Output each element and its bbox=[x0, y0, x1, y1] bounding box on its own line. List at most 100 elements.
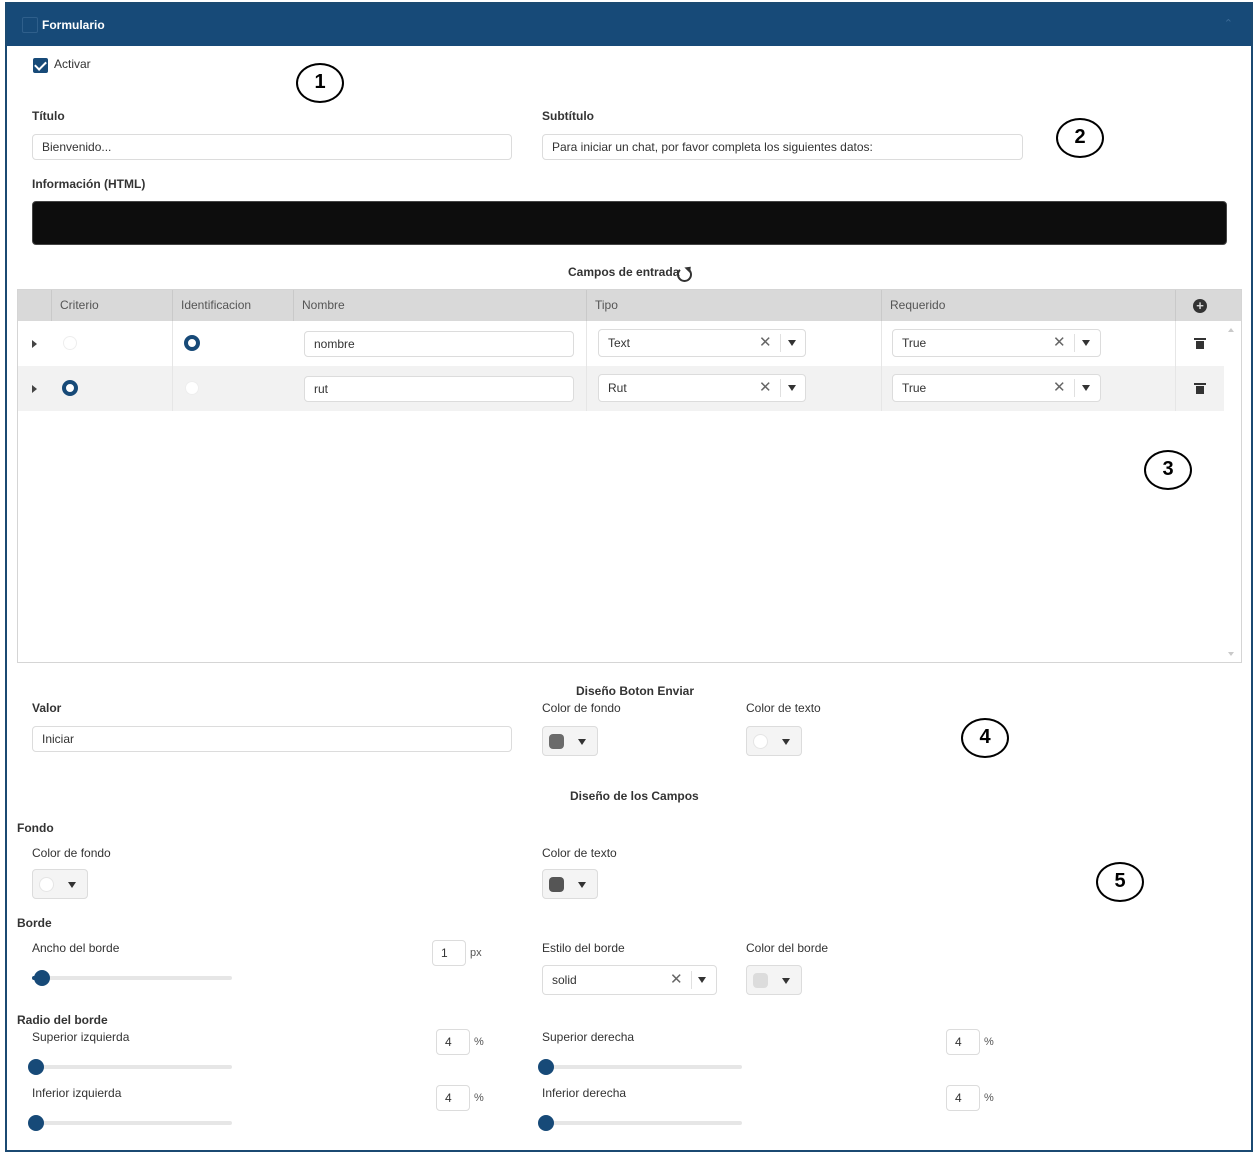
cell-divider bbox=[172, 366, 173, 411]
boton-color-fondo-picker[interactable] bbox=[542, 726, 598, 756]
clear-icon[interactable]: ✕ bbox=[759, 331, 772, 355]
color-borde-picker[interactable] bbox=[746, 965, 802, 995]
col-tipo[interactable]: Tipo bbox=[586, 290, 881, 321]
cell-divider bbox=[1175, 321, 1176, 366]
sup-der-slider[interactable] bbox=[538, 1059, 742, 1075]
slider-thumb[interactable] bbox=[28, 1115, 44, 1131]
dropdown-arrow-icon[interactable] bbox=[698, 977, 706, 983]
chevron-up-icon[interactable]: ⌃ bbox=[1224, 17, 1233, 30]
callout-1: 1 bbox=[296, 63, 344, 103]
select-divider bbox=[780, 379, 781, 397]
scroll-up-icon[interactable] bbox=[1228, 328, 1234, 332]
fondo-color-texto-label: Color de texto bbox=[542, 846, 617, 860]
dropdown-arrow-icon bbox=[68, 882, 76, 888]
dropdown-arrow-icon bbox=[578, 739, 586, 745]
scroll-down-icon[interactable] bbox=[1228, 652, 1234, 656]
ancho-borde-slider[interactable] bbox=[32, 970, 232, 986]
inf-izq-input[interactable]: 4 bbox=[436, 1085, 470, 1111]
panel-header[interactable]: Formulario ⌃ bbox=[7, 4, 1251, 48]
nombre-input[interactable]: rut bbox=[304, 376, 574, 402]
cell-divider bbox=[1175, 366, 1176, 411]
dropdown-arrow-icon[interactable] bbox=[788, 340, 796, 346]
fondo-color-fondo-label: Color de fondo bbox=[32, 846, 111, 860]
sup-izq-input[interactable]: 4 bbox=[436, 1029, 470, 1055]
dropdown-arrow-icon bbox=[578, 882, 586, 888]
nombre-input[interactable]: nombre bbox=[304, 331, 574, 357]
estilo-borde-select[interactable]: solid ✕ bbox=[542, 965, 717, 995]
subtitulo-input[interactable]: Para iniciar un chat, por favor completa… bbox=[542, 134, 1023, 160]
fondo-label: Fondo bbox=[17, 821, 54, 835]
panel-title: Formulario bbox=[42, 18, 105, 32]
campos-title: Campos de entrada bbox=[568, 265, 680, 279]
slider-thumb[interactable] bbox=[34, 970, 50, 986]
refresh-icon[interactable] bbox=[677, 267, 692, 282]
color-swatch bbox=[549, 877, 564, 892]
radio-borde-label: Radio del borde bbox=[17, 1013, 108, 1027]
inf-der-input[interactable]: 4 bbox=[946, 1085, 980, 1111]
criterio-radio[interactable] bbox=[63, 336, 77, 350]
boton-color-texto-picker[interactable] bbox=[746, 726, 802, 756]
tipo-select[interactable]: Text ✕ bbox=[598, 329, 806, 357]
col-identificacion[interactable]: Identificacion bbox=[172, 290, 293, 321]
sup-izq-slider[interactable] bbox=[28, 1059, 232, 1075]
valor-input[interactable]: Iniciar bbox=[32, 726, 512, 752]
estilo-borde-value: solid bbox=[552, 973, 577, 987]
boton-color-texto-label: Color de texto bbox=[746, 701, 821, 715]
sup-der-input[interactable]: 4 bbox=[946, 1029, 980, 1055]
clear-icon[interactable]: ✕ bbox=[759, 376, 772, 400]
identificacion-radio[interactable] bbox=[184, 335, 200, 351]
criterio-radio[interactable] bbox=[62, 380, 78, 396]
select-divider bbox=[1074, 379, 1075, 397]
dropdown-arrow-icon[interactable] bbox=[1082, 340, 1090, 346]
col-criterio[interactable]: Criterio bbox=[51, 290, 172, 321]
trash-icon[interactable] bbox=[1194, 338, 1206, 349]
requerido-select[interactable]: True ✕ bbox=[892, 329, 1101, 357]
trash-icon[interactable] bbox=[1194, 383, 1206, 394]
col-nombre[interactable]: Nombre bbox=[293, 290, 586, 321]
inf-der-slider[interactable] bbox=[538, 1115, 742, 1131]
form-icon bbox=[22, 17, 38, 33]
clear-icon[interactable]: ✕ bbox=[1053, 376, 1066, 400]
slider-thumb[interactable] bbox=[538, 1059, 554, 1075]
color-swatch bbox=[753, 734, 768, 749]
ancho-borde-input[interactable]: 1 bbox=[432, 940, 466, 966]
identificacion-radio[interactable] bbox=[185, 381, 199, 395]
dropdown-arrow-icon bbox=[782, 978, 790, 984]
callout-5: 5 bbox=[1096, 862, 1144, 902]
clear-icon[interactable]: ✕ bbox=[1053, 331, 1066, 355]
col-requerido[interactable]: Requerido bbox=[881, 290, 1175, 321]
add-row-icon[interactable]: + bbox=[1193, 299, 1207, 313]
select-divider bbox=[780, 334, 781, 352]
callout-4: 4 bbox=[961, 718, 1009, 758]
borde-label: Borde bbox=[17, 916, 52, 930]
dropdown-arrow-icon[interactable] bbox=[1082, 385, 1090, 391]
inf-izq-slider[interactable] bbox=[28, 1115, 232, 1131]
clear-icon[interactable]: ✕ bbox=[670, 968, 683, 992]
callout-3: 3 bbox=[1144, 450, 1192, 490]
inf-izq-unit: % bbox=[474, 1092, 484, 1104]
html-editor[interactable] bbox=[32, 201, 1227, 245]
tipo-value: Rut bbox=[608, 381, 627, 395]
activar-checkbox[interactable] bbox=[33, 58, 48, 73]
table-row: nombre Text ✕ True ✕ bbox=[18, 321, 1224, 366]
tipo-select[interactable]: Rut ✕ bbox=[598, 374, 806, 402]
color-swatch bbox=[753, 973, 768, 988]
cell-divider bbox=[881, 321, 882, 366]
expand-row-icon[interactable] bbox=[32, 340, 37, 348]
campos-grid: Criterio Identificacion Nombre Tipo Requ… bbox=[17, 289, 1242, 663]
cell-divider bbox=[172, 321, 173, 366]
slider-thumb[interactable] bbox=[28, 1059, 44, 1075]
fondo-color-texto-picker[interactable] bbox=[542, 869, 598, 899]
dropdown-arrow-icon[interactable] bbox=[788, 385, 796, 391]
requerido-select[interactable]: True ✕ bbox=[892, 374, 1101, 402]
sup-izq-label: Superior izquierda bbox=[32, 1030, 130, 1044]
titulo-input[interactable]: Bienvenido... bbox=[32, 134, 512, 160]
fondo-color-fondo-picker[interactable] bbox=[32, 869, 88, 899]
slider-thumb[interactable] bbox=[538, 1115, 554, 1131]
campos-diseno-title: Diseño de los Campos bbox=[570, 789, 699, 803]
boton-title: Diseño Boton Enviar bbox=[576, 684, 695, 698]
expand-row-icon[interactable] bbox=[32, 385, 37, 393]
dropdown-arrow-icon bbox=[782, 739, 790, 745]
ancho-borde-label: Ancho del borde bbox=[32, 941, 120, 955]
callout-2: 2 bbox=[1056, 118, 1104, 158]
